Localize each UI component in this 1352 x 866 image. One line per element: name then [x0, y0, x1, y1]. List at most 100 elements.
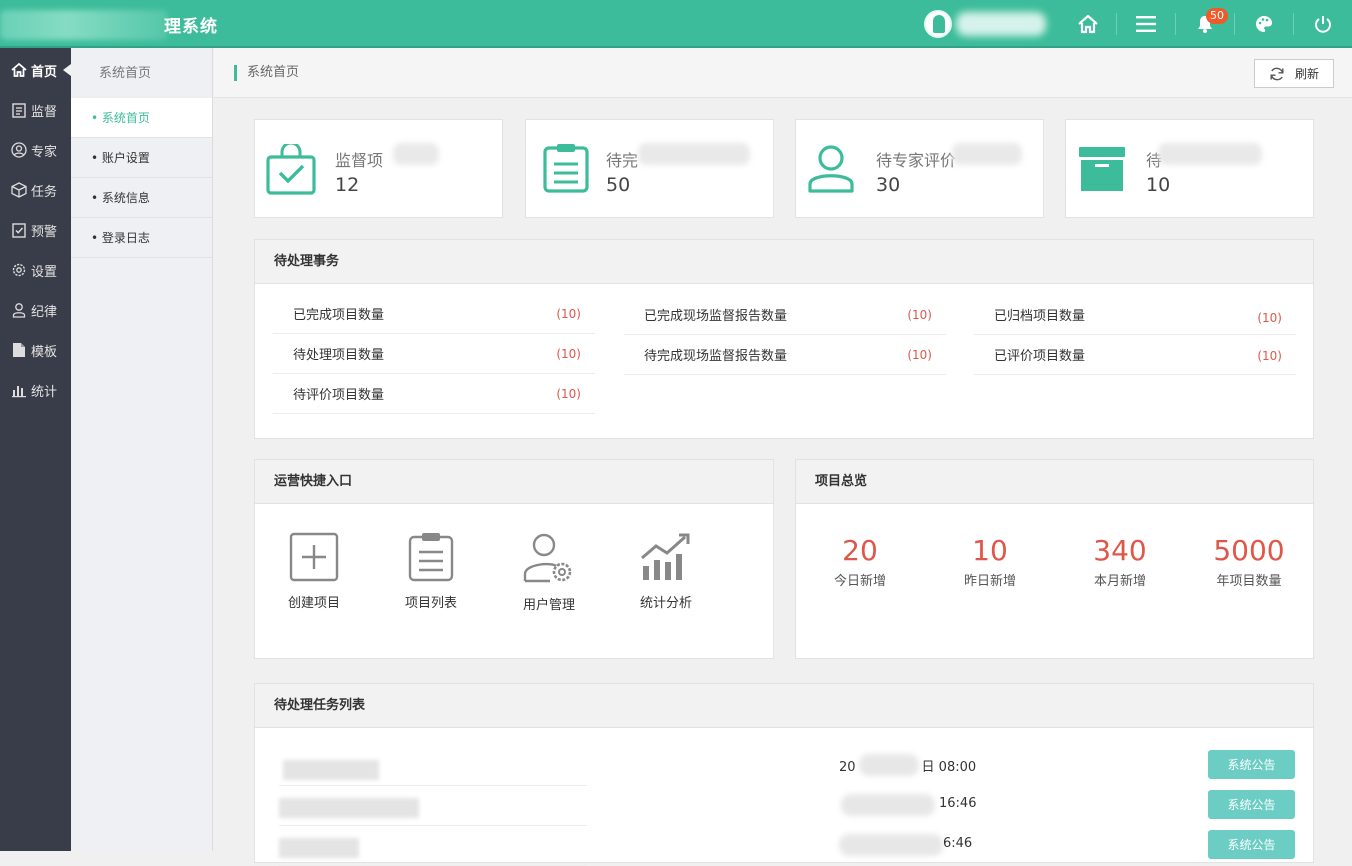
main-sidebar: 首页 监督 专家 任务 预警 设置 纪律 模板 统计: [0, 48, 71, 851]
list-item[interactable]: 待评价项目数量 (10): [273, 374, 595, 414]
project-overview-panel: 项目总览 20 今日新增 10 昨日新增 340 本月新增 5000 年项目数量: [795, 459, 1314, 659]
list-item[interactable]: 已评价项目数量 (10): [974, 335, 1296, 375]
time-suffix: 日 08:00: [921, 760, 977, 775]
todo-count: (10): [907, 347, 932, 362]
user-avatar[interactable]: [924, 10, 952, 38]
subnav-item-system-info[interactable]: • 系统信息: [71, 178, 212, 218]
notice-button[interactable]: 系统公告: [1208, 790, 1295, 819]
theme-button[interactable]: [1235, 0, 1293, 48]
sidebar-item-label: 模板: [31, 344, 58, 360]
stat-value: 10: [1146, 174, 1171, 196]
overview-today: 20 今日新增: [810, 534, 910, 589]
breadcrumb: 系统首页: [234, 65, 299, 81]
list-item[interactable]: 已完成项目数量 (10): [273, 294, 595, 334]
overview-label: 昨日新增: [963, 574, 1016, 589]
sidebar-item-label: 任务: [31, 184, 58, 200]
table-row[interactable]: 6:46 系统公告: [279, 826, 1315, 866]
overview-value: 20: [842, 534, 878, 567]
task-name-blurred: [283, 760, 379, 780]
quick-entry-panel: 运营快捷入口 创建项目 项目列表 用户管理 统计分析: [254, 459, 774, 659]
sidebar-item-label: 统计: [31, 384, 58, 400]
blurred-text: [952, 143, 1022, 165]
person-icon: [12, 303, 26, 318]
list-item[interactable]: 待处理项目数量 (10): [273, 334, 595, 374]
quick-user-management[interactable]: 用户管理: [504, 532, 594, 613]
sidebar-item-task[interactable]: 任务: [0, 170, 71, 210]
user-circle-icon: [11, 142, 27, 158]
list-item[interactable]: 已归档项目数量 (10): [974, 295, 1296, 335]
todo-count: (10): [556, 306, 581, 321]
overview-value: 5000: [1213, 534, 1285, 567]
cube-icon: [11, 182, 27, 198]
app-title: 理系统: [164, 17, 218, 37]
subnav-item-home[interactable]: • 系统首页: [71, 98, 212, 138]
sidebar-item-home[interactable]: 首页: [0, 50, 71, 90]
todo-count: (10): [556, 386, 581, 401]
panel-title: 项目总览: [796, 460, 1313, 504]
stat-card-pending-report[interactable]: 待完 50: [525, 119, 774, 218]
quick-project-list[interactable]: 项目列表: [386, 532, 476, 611]
panel-title: 运营快捷入口: [255, 460, 773, 504]
notifications-button[interactable]: 50: [1176, 0, 1234, 48]
stat-value: 12: [335, 174, 360, 196]
task-time: 6:46: [943, 836, 973, 851]
quick-label: 统计分析: [639, 596, 692, 611]
home-button[interactable]: [1060, 0, 1116, 48]
sidebar-item-settings[interactable]: 设置: [0, 250, 71, 290]
secondary-sidebar: 系统首页 • 系统首页 • 账户设置 • 系统信息 • 登录日志: [71, 48, 213, 851]
notice-button[interactable]: 系统公告: [1208, 750, 1295, 779]
table-row[interactable]: 16:46 系统公告: [279, 786, 1315, 826]
trend-chart-icon: [641, 533, 690, 580]
task-name-blurred: [279, 798, 419, 818]
sidebar-item-label: 专家: [31, 144, 58, 160]
stat-label: 待完: [606, 151, 639, 170]
sidebar-item-label: 设置: [31, 264, 58, 280]
sidebar-item-warning[interactable]: 预警: [0, 210, 71, 250]
top-header: 理系统 50: [0, 0, 1352, 48]
blurred-text: [393, 143, 439, 165]
todo-label: 待处理项目数量: [293, 348, 385, 363]
user-gear-icon: [523, 533, 572, 583]
refresh-icon: [1270, 67, 1284, 80]
sidebar-item-expert[interactable]: 专家: [0, 130, 71, 170]
sidebar-item-supervise[interactable]: 监督: [0, 90, 71, 130]
refresh-label: 刷新: [1294, 67, 1319, 81]
overview-yesterday: 10 昨日新增: [940, 534, 1040, 589]
home-icon: [1078, 14, 1098, 34]
todo-label: 已完成现场监督报告数量: [644, 309, 788, 324]
sidebar-item-label: 纪律: [31, 304, 58, 320]
blurred-text: [839, 834, 943, 856]
quick-label: 用户管理: [522, 598, 575, 613]
power-button[interactable]: [1294, 0, 1352, 48]
menu-button[interactable]: [1117, 0, 1175, 48]
gear-icon: [12, 263, 26, 277]
stat-label: 待专家评价: [876, 151, 957, 170]
list-clipboard-icon: [408, 533, 454, 582]
notice-button[interactable]: 系统公告: [1208, 830, 1295, 859]
refresh-button[interactable]: 刷新: [1254, 59, 1334, 88]
quick-create-project[interactable]: 创建项目: [269, 532, 359, 611]
todo-label: 已完成项目数量: [293, 308, 385, 323]
sidebar-item-template[interactable]: 模板: [0, 330, 71, 370]
list-item[interactable]: 已完成现场监督报告数量 (10): [624, 295, 946, 335]
list-item[interactable]: 待完成现场监督报告数量 (10): [624, 335, 946, 375]
subnav-item-login-log[interactable]: • 登录日志: [71, 218, 212, 258]
menu-icon: [1136, 16, 1156, 32]
stat-card-archive[interactable]: 待 10: [1065, 119, 1314, 218]
todo-count: (10): [1257, 348, 1282, 363]
sidebar-item-label: 监督: [31, 104, 58, 120]
todo-label: 待完成现场监督报告数量: [644, 349, 788, 364]
todo-label: 已归档项目数量: [994, 309, 1086, 324]
stat-card-expert-evaluation[interactable]: 待专家评价 30: [795, 119, 1044, 218]
subnav-item-account[interactable]: • 账户设置: [71, 138, 212, 178]
sidebar-item-statistics[interactable]: 统计: [0, 370, 71, 410]
todo-count: (10): [907, 307, 932, 322]
quick-statistics[interactable]: 统计分析: [621, 532, 711, 611]
username-blurred[interactable]: [956, 12, 1046, 36]
stat-card-supervision[interactable]: 监督项 12: [254, 119, 503, 218]
panel-title: 待处理任务列表: [255, 684, 1313, 728]
time-prefix: 20: [839, 760, 856, 775]
overview-value: 340: [1093, 534, 1147, 567]
table-row[interactable]: 20 日 08:00 系统公告: [279, 746, 1315, 786]
sidebar-item-discipline[interactable]: 纪律: [0, 290, 71, 330]
